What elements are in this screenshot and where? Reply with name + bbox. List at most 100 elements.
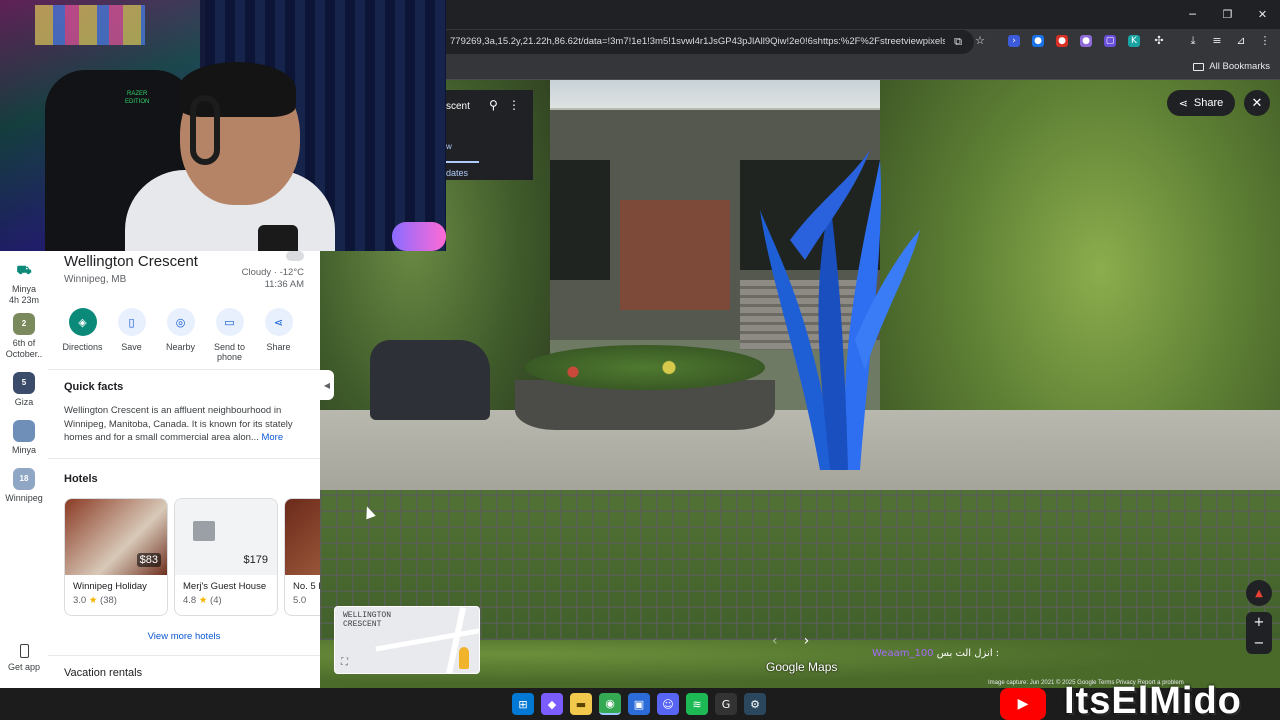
media-icon[interactable]: ≡ (1210, 34, 1224, 48)
tab-search-icon[interactable]: ⊿ (1234, 34, 1248, 48)
divider (48, 458, 320, 459)
collapse-panel-button[interactable]: ◀ (320, 370, 334, 400)
discord-icon[interactable]: ☺ (657, 693, 679, 715)
chat-username: Weaam_100 (872, 648, 934, 659)
vacation-rentals-heading: Vacation rentals (64, 667, 143, 679)
get-app-label: Get app (7, 662, 41, 672)
brick-wall (620, 200, 730, 310)
see-more-dates-link[interactable]: dates (446, 168, 468, 178)
rail-item[interactable]: Minya (0, 420, 48, 456)
share-icon: ⋖ (1178, 97, 1188, 110)
more-options-icon[interactable]: ⋮ (508, 98, 520, 112)
recent-places-rail: ⛟ Minya 4h 23m 2 6th of October.. 5 Giza… (0, 251, 48, 688)
cloud-icon (286, 251, 304, 261)
hotel-card[interactable]: $83 Winnipeg Holiday 3.0 ★ (38) (64, 498, 168, 616)
nearby-button[interactable]: ◎ Nearby (156, 308, 205, 362)
spotify-icon[interactable]: ≋ (686, 693, 708, 715)
all-bookmarks-label: All Bookmarks (1209, 61, 1270, 72)
download-icon[interactable]: ⤓ (1186, 34, 1200, 48)
chrome-icon[interactable]: ◉ (599, 693, 621, 715)
pegman-icon[interactable] (459, 647, 469, 669)
share-place-button[interactable]: ⋖ Share (254, 308, 303, 362)
panel-subtitle: w (446, 142, 452, 151)
more-link[interactable]: More (261, 432, 283, 443)
extension-icon[interactable]: ▢ (1104, 35, 1116, 47)
extension-icon[interactable]: ● (1056, 35, 1068, 47)
minimap[interactable]: WELLINGTON CRESCENT ⛶ (334, 606, 480, 674)
screen: ─ ❐ ✕ 779269,3a,15.2y,21.22h,86.62t/data… (0, 0, 1280, 720)
bookmark-icon: ▯ (117, 308, 146, 336)
hotel-card[interactable]: No. 5 B 5.0 (284, 498, 320, 616)
channel-brand-overlay: ▶ ItsElMido (1000, 680, 1280, 720)
close-icon[interactable]: ✕ (1244, 90, 1270, 116)
chat-text: انزل الت بس : (936, 648, 1000, 659)
logitech-icon[interactable]: G (715, 693, 737, 715)
directions-button[interactable]: ◈ Directions (58, 308, 107, 362)
rail-item-label: Minya (11, 445, 36, 455)
rail-item[interactable]: 18 Winnipeg (0, 468, 48, 504)
compass-icon[interactable]: ▲ (1246, 580, 1272, 606)
steam-icon[interactable]: ⚙ (744, 693, 766, 715)
address-row: 779269,3a,15.2y,21.22h,86.62t/data=!3m7!… (446, 29, 1280, 56)
rail-item-label: Minya 4h 23m (8, 284, 40, 305)
channel-name: ItsElMido (1064, 680, 1242, 720)
street-view-info-panel: scent ⚲ ⋮ w dates (446, 90, 533, 180)
zoom-out-button[interactable]: − (1254, 636, 1265, 651)
rail-item[interactable]: ⛟ Minya 4h 23m (0, 259, 48, 306)
previous-arrow-icon[interactable]: ‹ (772, 633, 778, 649)
save-button[interactable]: ▯ Save (107, 308, 156, 362)
quick-facts-heading: Quick facts (64, 381, 124, 393)
google-maps-logo: Google Maps (766, 660, 838, 674)
place-thumbnail: 5 (13, 372, 35, 394)
hotel-name: No. 5 B (293, 581, 320, 592)
hotel-rating: 4.8 ★ (4) (183, 595, 222, 606)
panel-title: scent (446, 101, 470, 112)
star-icon: ★ (198, 595, 208, 606)
hotel-rating: 3.0 ★ (38) (73, 595, 117, 606)
rail-item[interactable]: 5 Giza (0, 372, 48, 408)
copilot-icon[interactable]: ◆ (541, 693, 563, 715)
hotel-rating: 5.0 (293, 595, 307, 606)
extension-icon[interactable]: ● (1080, 35, 1092, 47)
next-arrow-icon[interactable]: › (804, 633, 810, 649)
extension-icon[interactable]: K (1128, 35, 1140, 47)
star-icon: ★ (88, 595, 98, 606)
send-to-phone-button[interactable]: ▭ Send to phone (205, 308, 254, 362)
install-app-icon[interactable]: ⧉ (951, 35, 965, 49)
bookmarks-bar: All Bookmarks (446, 56, 1280, 80)
rail-item[interactable]: 2 6th of October.. (0, 313, 48, 360)
maximize-button[interactable]: ❐ (1210, 0, 1245, 29)
rail-item-label: Winnipeg (5, 493, 43, 503)
hotels-carousel: $83 Winnipeg Holiday 3.0 ★ (38) $179 Mer… (64, 498, 320, 616)
windows-start-icon[interactable]: ⊞ (512, 693, 534, 715)
pin-icon[interactable]: ⚲ (489, 98, 498, 112)
extensions-puzzle-icon[interactable]: ✣ (1152, 34, 1166, 48)
hotels-heading: Hotels (64, 473, 98, 485)
desk-lamp (392, 222, 446, 251)
zoom-in-button[interactable]: + (1254, 615, 1265, 630)
zoom-controls: + − (1246, 612, 1272, 654)
chrome-menu-icon[interactable]: ⋮ (1258, 34, 1272, 48)
url-text[interactable]: 779269,3a,15.2y,21.22h,86.62t/data=!3m7!… (450, 36, 945, 47)
store-icon[interactable]: ▣ (628, 693, 650, 715)
close-window-button[interactable]: ✕ (1245, 0, 1280, 29)
street-view[interactable]: scent ⚲ ⋮ w dates ⋖ Share ✕ WELLINGTON C… (320, 80, 1280, 688)
place-title: Wellington Crescent (64, 253, 198, 270)
hotel-card[interactable]: $179 Merj's Guest House 4.8 ★ (4) (174, 498, 278, 616)
phone-icon (19, 644, 29, 658)
share-button[interactable]: ⋖ Share (1167, 90, 1235, 116)
minimize-button[interactable]: ─ (1175, 0, 1210, 29)
extension-icon[interactable]: › (1008, 35, 1020, 47)
get-app-button[interactable]: Get app (0, 644, 48, 672)
star-icon[interactable]: ☆ (973, 34, 987, 48)
view-more-hotels-link[interactable]: View more hotels (48, 631, 320, 642)
hotel-price: $83 (136, 553, 161, 567)
extension-icon[interactable]: ● (1032, 35, 1044, 47)
expand-icon[interactable]: ⛶ (341, 657, 348, 668)
all-bookmarks-button[interactable]: All Bookmarks (1193, 61, 1270, 72)
taskbar-apps: ⊞ ◆ ▬ ◉ ▣ ☺ ≋ G ⚙ (512, 693, 766, 715)
address-bar[interactable]: 779269,3a,15.2y,21.22h,86.62t/data=!3m7!… (446, 30, 974, 54)
file-explorer-icon[interactable]: ▬ (570, 693, 592, 715)
nearby-icon: ◎ (166, 308, 195, 336)
send-to-phone-icon: ▭ (215, 308, 244, 336)
